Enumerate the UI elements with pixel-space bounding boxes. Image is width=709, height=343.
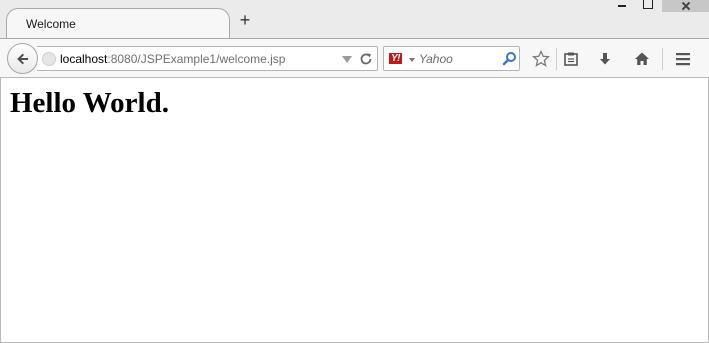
maximize-button[interactable] [636,0,662,10]
download-arrow-icon [600,53,610,65]
reading-list-button[interactable] [561,49,581,69]
page-content: Hello World. [0,78,709,343]
close-window-button[interactable] [662,0,709,12]
yahoo-logo[interactable]: Y! [389,53,402,64]
tab-welcome[interactable]: Welcome [6,8,230,40]
menu-button[interactable] [673,49,693,69]
toolbar-separator [556,48,557,70]
hamburger-icon [676,53,690,66]
search-bar[interactable]: Y! Yahoo [383,46,520,71]
minimize-button[interactable] [610,0,636,10]
search-engine-dropdown-icon[interactable] [409,58,415,62]
url-text[interactable]: localhost:8080/JSPExample1/welcome.jsp [60,52,285,66]
magnifier-icon[interactable] [502,51,517,66]
star-icon [532,50,550,67]
back-button[interactable] [7,43,38,74]
home-button[interactable] [632,49,652,69]
url-path: :8080/JSPExample1/welcome.jsp [107,52,286,66]
clipboard-icon [564,52,578,66]
search-placeholder: Yahoo [419,52,453,66]
toolbar-separator [662,48,663,70]
bookmark-star-button[interactable] [531,49,551,69]
page-heading: Hello World. [10,87,169,119]
new-tab-button[interactable]: + [236,11,254,29]
history-dropdown-icon[interactable] [342,56,352,63]
downloads-button[interactable] [595,49,615,69]
tab-title: Welcome [26,17,76,31]
reload-icon[interactable] [359,52,373,66]
back-arrow-icon [16,53,28,64]
navigation-toolbar: localhost:8080/JSPExample1/welcome.jsp Y… [0,38,709,78]
title-bar: Welcome + [0,0,709,40]
url-host: localhost [60,52,108,66]
globe-icon[interactable] [42,52,56,66]
house-icon [635,52,649,65]
url-bar[interactable]: localhost:8080/JSPExample1/welcome.jsp [37,46,378,71]
